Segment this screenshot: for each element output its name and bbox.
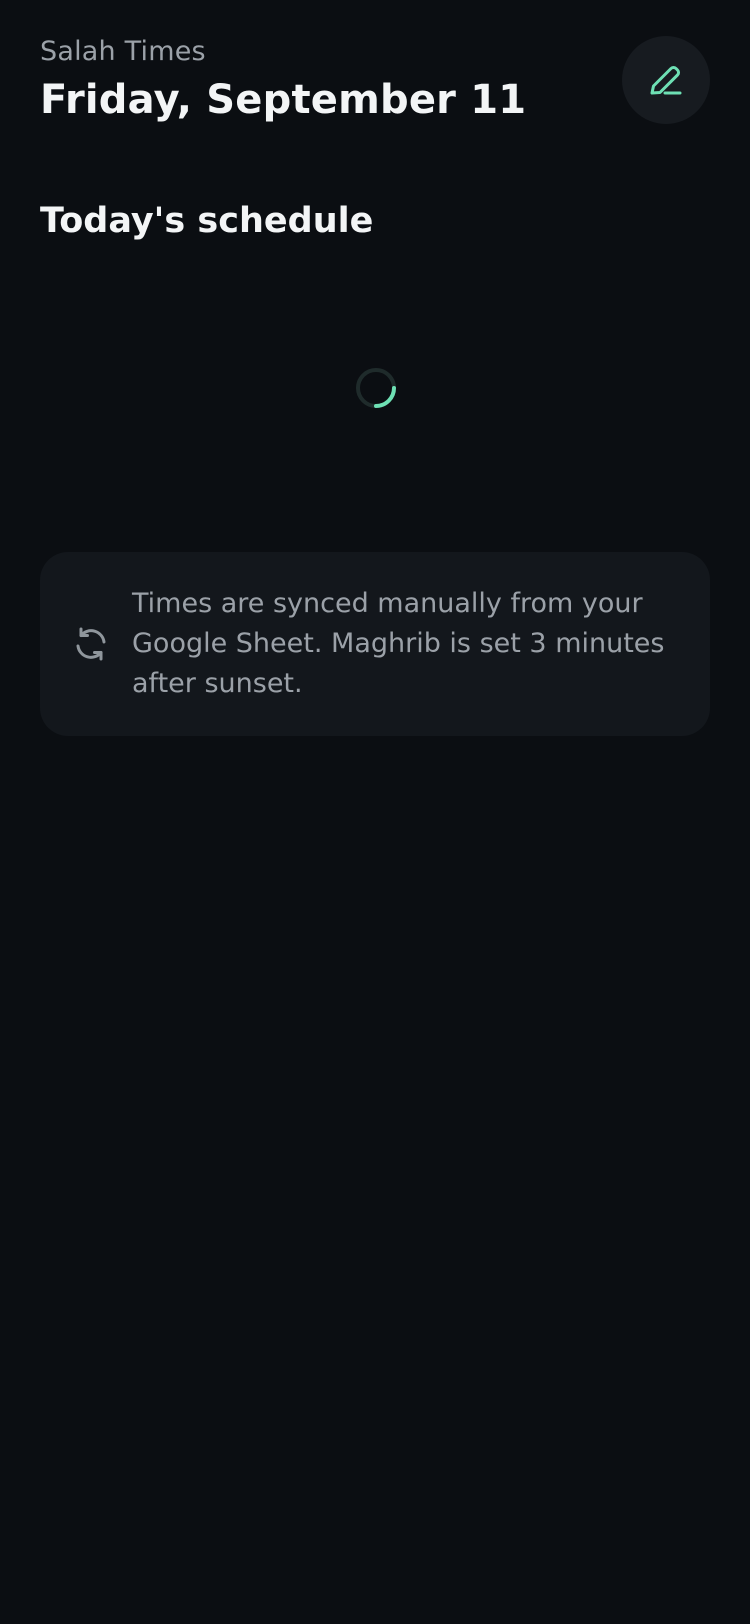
page-title: Friday, September 11	[40, 77, 527, 123]
loading-spinner	[356, 368, 396, 408]
app-label: Salah Times	[40, 36, 206, 67]
sync-info-text: Times are synced manually from your Goog…	[132, 588, 665, 699]
pencil-icon	[650, 65, 682, 95]
sync-icon	[76, 627, 106, 661]
sync-info-card: Times are synced manually from your Goog…	[40, 552, 710, 736]
section-title: Today's schedule	[40, 201, 374, 241]
edit-button[interactable]	[622, 36, 710, 124]
